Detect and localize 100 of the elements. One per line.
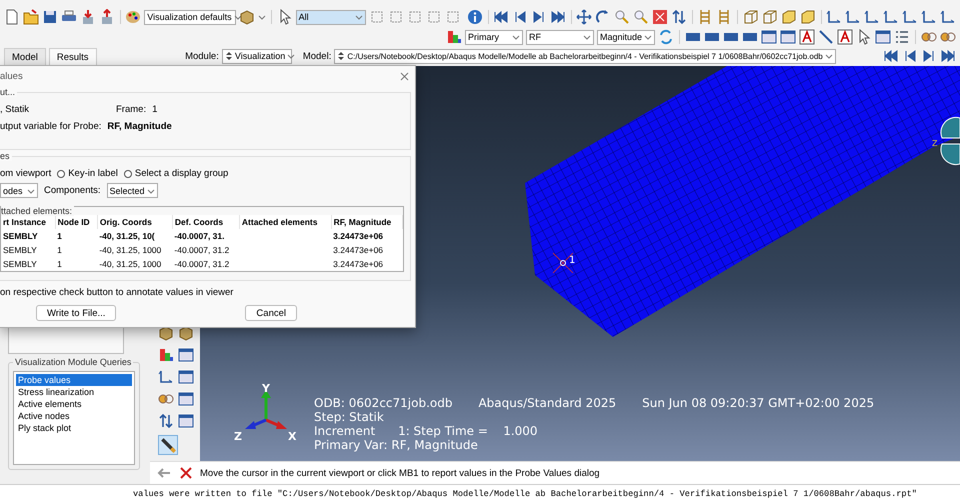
- open-folder-icon[interactable]: [23, 9, 39, 25]
- dialog-title: alues: [0, 70, 23, 82]
- save-icon[interactable]: [42, 9, 58, 25]
- axis-label: Z: [932, 139, 938, 148]
- tab[interactable]: Model: [4, 48, 46, 64]
- selection-combo[interactable]: All: [296, 10, 366, 24]
- options-panel-icon[interactable]: [178, 391, 194, 407]
- column-header: Attached elements: [239, 215, 332, 229]
- axis-view-icon[interactable]: [844, 9, 861, 25]
- query-item[interactable]: Active elements: [16, 398, 132, 410]
- export-icon[interactable]: [99, 9, 115, 25]
- table-cell: SEMBLY: [1, 243, 56, 257]
- info-icon[interactable]: [466, 9, 483, 25]
- query-item[interactable]: Probe values: [16, 374, 132, 386]
- solid-icon[interactable]: [780, 9, 797, 25]
- table-cell: -40, 31.25, 10(: [97, 229, 172, 243]
- primary-variable-text: Primary Var: RF, Magnitude: [314, 438, 479, 452]
- radio-option[interactable]: Select a display group: [124, 168, 228, 179]
- contour-plot-icon[interactable]: [158, 347, 174, 363]
- axis-view-icon[interactable]: [826, 9, 842, 25]
- axis-view-icon[interactable]: [902, 9, 918, 25]
- sync-icon[interactable]: [658, 29, 674, 45]
- hint-text: on respective check button to annotate values in viewer: [0, 287, 234, 298]
- table-cell: 1: [55, 243, 98, 257]
- query-item[interactable]: Active nodes: [16, 410, 132, 422]
- probe-tool-icon[interactable]: [158, 435, 178, 455]
- model-combo[interactable]: C:/Users/Notebook/Desktop/Abaqus Modelle/Modelle ab Bachelorarbeitbeginn/4 - Verifikationsbeispiel 7 1/0608Bahr/0602cc71job.odb: [334, 48, 836, 64]
- cube-icon[interactable]: [239, 9, 256, 25]
- component-combo[interactable]: Magnitude: [596, 30, 655, 44]
- zoom-icon[interactable]: [614, 9, 630, 25]
- palette-icon[interactable]: [125, 9, 142, 25]
- wireframe-icon[interactable]: [742, 9, 759, 25]
- message-text: values were written to file "C:/Users/Notebook/Desktop/Abaqus Modelle/Modelle ab Bachelorarbeitbeginn/4 - Verifikationsbeispiel 7 1/0608Bahr/abaqus.rpt": [0, 484, 960, 503]
- components-label: Components:: [44, 185, 101, 196]
- variable-label: utput variable for Probe:: [0, 121, 102, 132]
- dialog-button[interactable]: Cancel: [245, 305, 297, 321]
- import-icon[interactable]: [80, 9, 96, 25]
- select-tool-icon[interactable]: [426, 9, 442, 25]
- box-zoom-icon[interactable]: [633, 9, 650, 25]
- field-output-icon[interactable]: [446, 29, 462, 45]
- variable-combo[interactable]: RF: [526, 30, 594, 44]
- panel-icon[interactable]: [761, 29, 777, 45]
- table-cell: -40.0007, 31.2: [172, 257, 240, 271]
- text-tool-icon[interactable]: [837, 29, 853, 45]
- pan-icon[interactable]: [576, 9, 592, 25]
- solid-icon[interactable]: [800, 9, 816, 25]
- radio-option[interactable]: om viewport: [0, 168, 52, 179]
- table-cell: -40.0007, 31.2: [172, 243, 240, 257]
- axis-view-icon[interactable]: [940, 9, 956, 25]
- select-tool-icon[interactable]: [444, 9, 461, 25]
- probe-type-combo[interactable]: odes: [0, 183, 38, 198]
- query-item[interactable]: Ply stack plot: [16, 422, 132, 434]
- options-panel-icon[interactable]: [178, 413, 194, 429]
- tool-icon[interactable]: [158, 369, 174, 385]
- cancel-icon[interactable]: [178, 465, 194, 481]
- position-combo[interactable]: Primary: [464, 30, 523, 44]
- table-cell: 1: [55, 229, 98, 243]
- panel-icon[interactable]: [875, 29, 891, 45]
- wireframe-icon[interactable]: [762, 9, 778, 25]
- last-frame-icon[interactable]: [550, 9, 566, 25]
- select-tool-icon[interactable]: [406, 9, 423, 25]
- column-header: rt Instance: [1, 215, 56, 229]
- first-frame-icon[interactable]: [883, 48, 899, 64]
- select-tool-icon[interactable]: [368, 9, 385, 25]
- dialog-button[interactable]: Write to File...: [36, 305, 116, 321]
- model-label: Model:: [302, 50, 332, 62]
- first-frame-icon[interactable]: [492, 9, 509, 25]
- axis-view-icon[interactable]: [864, 9, 880, 25]
- radio-option[interactable]: Key-in label: [57, 168, 118, 179]
- list-icon[interactable]: [894, 29, 910, 45]
- axis-view-icon[interactable]: [920, 9, 937, 25]
- options-panel-icon[interactable]: [178, 347, 194, 363]
- select-tool-icon[interactable]: [388, 9, 404, 25]
- swap-icon[interactable]: [671, 9, 688, 25]
- module-combo[interactable]: Visualization: [222, 48, 292, 64]
- query-item[interactable]: Stress linearization: [16, 386, 132, 398]
- last-frame-icon[interactable]: [940, 48, 956, 64]
- tool-icon[interactable]: [158, 413, 174, 429]
- tab[interactable]: Results: [48, 48, 97, 64]
- table-cell: 3.24473e+06: [331, 243, 402, 257]
- spinner-arrows-icon: [224, 51, 233, 61]
- column-header: Orig. Coords: [97, 215, 172, 229]
- options-panel-icon[interactable]: [178, 369, 194, 385]
- table-cell: -40.0007, 31.: [172, 229, 240, 243]
- axis-view-icon[interactable]: [882, 9, 899, 25]
- tool-icon[interactable]: [178, 325, 194, 341]
- group-title: ut...: [0, 87, 18, 97]
- partial-triad-icon: [940, 116, 960, 166]
- components-combo[interactable]: Selected: [106, 183, 158, 198]
- tool-icon[interactable]: [158, 325, 174, 341]
- fit-view-icon[interactable]: [652, 9, 668, 25]
- step-text: Step: Statik: [314, 410, 385, 424]
- panel-icon[interactable]: [780, 29, 796, 45]
- table-cell: SEMBLY: [1, 257, 56, 271]
- node-label: 1: [569, 255, 576, 266]
- close-icon[interactable]: [400, 72, 409, 80]
- text-tool-icon[interactable]: [799, 29, 815, 45]
- y-axis-label: Y: [262, 384, 270, 395]
- spinner-arrows-icon: [337, 51, 346, 61]
- new-file-icon[interactable]: [4, 9, 20, 25]
